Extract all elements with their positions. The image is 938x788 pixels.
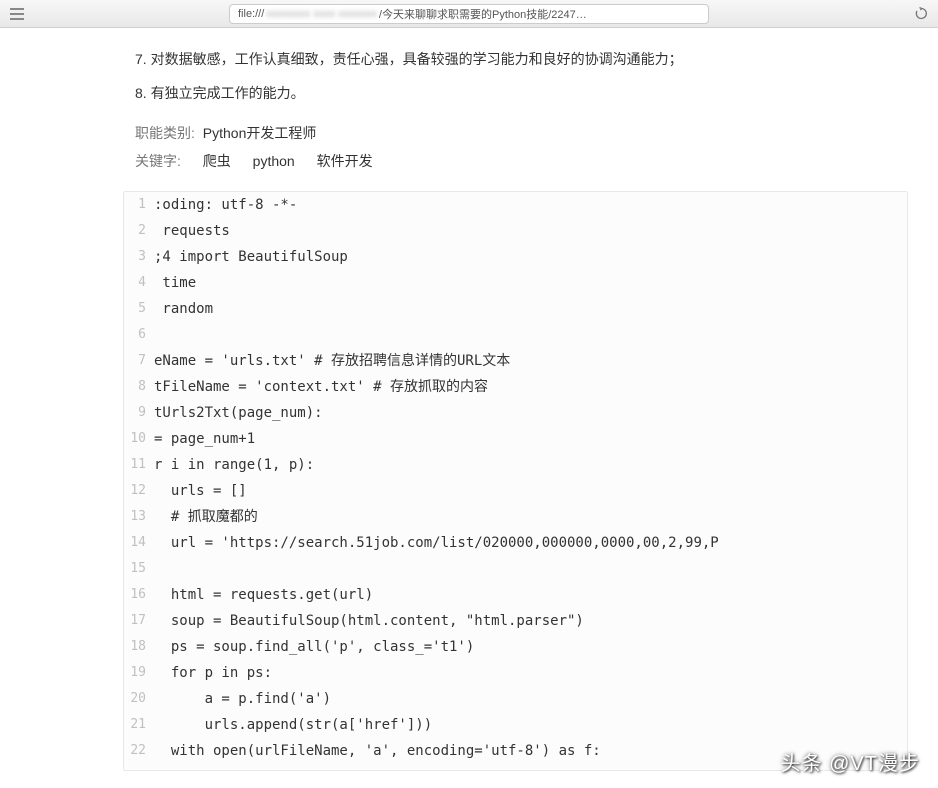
category-value: Python开发工程师 <box>203 125 317 141</box>
code-text: url = 'https://search.51job.com/list/020… <box>154 530 907 556</box>
code-line: 20 a = p.find('a') <box>124 686 907 712</box>
line-number: 15 <box>124 556 154 582</box>
reload-icon[interactable] <box>912 5 930 23</box>
code-text: random <box>154 296 907 322</box>
code-text <box>154 556 907 582</box>
code-line: 17 soup = BeautifulSoup(html.content, "h… <box>124 608 907 634</box>
code-text <box>154 322 907 348</box>
url-prefix: file:/// <box>238 8 264 20</box>
code-line: 3;4 import BeautifulSoup <box>124 244 907 270</box>
line-number: 18 <box>124 634 154 660</box>
keyword-1: 爬虫 <box>203 153 231 169</box>
code-line: 14 url = 'https://search.51job.com/list/… <box>124 530 907 556</box>
requirement-7: 7. 对数据敏感，工作认真细致，责任心强，具备较强的学习能力和良好的协调沟通能力… <box>135 48 938 70</box>
code-line: 16 html = requests.get(url) <box>124 582 907 608</box>
code-line: 15 <box>124 556 907 582</box>
url-blurred: xxxxxxxx xxxx xxxxxxx <box>266 8 377 20</box>
code-line: 21 urls.append(str(a['href'])) <box>124 712 907 738</box>
code-text: html = requests.get(url) <box>154 582 907 608</box>
line-number: 13 <box>124 504 154 530</box>
line-number: 3 <box>124 244 154 270</box>
requirement-8: 8. 有独立完成工作的能力。 <box>135 82 938 104</box>
code-line: 9tUrls2Txt(page_num): <box>124 400 907 426</box>
line-number: 19 <box>124 660 154 686</box>
line-number: 14 <box>124 530 154 556</box>
line-number: 17 <box>124 608 154 634</box>
line-number: 8 <box>124 374 154 400</box>
line-number: 6 <box>124 322 154 348</box>
code-line: 6 <box>124 322 907 348</box>
code-text: for p in ps: <box>154 660 907 686</box>
code-text: requests <box>154 218 907 244</box>
line-number: 7 <box>124 348 154 374</box>
keyword-3: 软件开发 <box>317 153 373 169</box>
line-number: 2 <box>124 218 154 244</box>
browser-toolbar: file:/// xxxxxxxx xxxx xxxxxxx /今天来聊聊求职需… <box>0 0 938 28</box>
line-number: 5 <box>124 296 154 322</box>
line-number: 4 <box>124 270 154 296</box>
code-line: 19 for p in ps: <box>124 660 907 686</box>
line-number: 1 <box>124 192 154 218</box>
code-line: 7eName = 'urls.txt' # 存放招聘信息详情的URL文本 <box>124 348 907 374</box>
code-line: 4 time <box>124 270 907 296</box>
code-line: 13 # 抓取魔都的 <box>124 504 907 530</box>
code-line: 11r i in range(1, p): <box>124 452 907 478</box>
keywords-row: 关键字: 爬虫 python 软件开发 <box>135 151 938 171</box>
page-content: 7. 对数据敏感，工作认真细致，责任心强，具备较强的学习能力和良好的协调沟通能力… <box>0 28 938 771</box>
code-text: ps = soup.find_all('p', class_='t1') <box>154 634 907 660</box>
sidebar-toggle-icon[interactable] <box>8 5 26 23</box>
code-line: 1:oding: utf-8 -*- <box>124 192 907 218</box>
url-suffix: /今天来聊聊求职需要的Python技能/2247… <box>379 6 587 22</box>
code-text: tFileName = 'context.txt' # 存放抓取的内容 <box>154 374 907 400</box>
code-text: urls.append(str(a['href'])) <box>154 712 907 738</box>
code-line: 10= page_num+1 <box>124 426 907 452</box>
code-text: a = p.find('a') <box>154 686 907 712</box>
url-bar[interactable]: file:/// xxxxxxxx xxxx xxxxxxx /今天来聊聊求职需… <box>229 4 709 24</box>
line-number: 9 <box>124 400 154 426</box>
code-text: = page_num+1 <box>154 426 907 452</box>
code-block[interactable]: 1:oding: utf-8 -*-2 requests3;4 import B… <box>123 191 908 771</box>
code-text: ;4 import BeautifulSoup <box>154 244 907 270</box>
code-text: r i in range(1, p): <box>154 452 907 478</box>
code-text: :oding: utf-8 -*- <box>154 192 907 218</box>
category-label: 职能类别: <box>135 125 195 141</box>
job-category: 职能类别: Python开发工程师 <box>135 123 938 143</box>
code-text: eName = 'urls.txt' # 存放招聘信息详情的URL文本 <box>154 348 907 374</box>
line-number: 10 <box>124 426 154 452</box>
code-text: tUrls2Txt(page_num): <box>154 400 907 426</box>
code-line: 18 ps = soup.find_all('p', class_='t1') <box>124 634 907 660</box>
line-number: 11 <box>124 452 154 478</box>
line-number: 21 <box>124 712 154 738</box>
code-text: soup = BeautifulSoup(html.content, "html… <box>154 608 907 634</box>
line-number: 16 <box>124 582 154 608</box>
keywords-label: 关键字: <box>135 153 181 169</box>
code-text: time <box>154 270 907 296</box>
keyword-2: python <box>253 153 295 169</box>
code-line: 2 requests <box>124 218 907 244</box>
code-text: # 抓取魔都的 <box>154 504 907 530</box>
code-text: urls = [] <box>154 478 907 504</box>
line-number: 20 <box>124 686 154 712</box>
code-line: 12 urls = [] <box>124 478 907 504</box>
watermark: 头条 @VT漫步 <box>781 747 920 776</box>
line-number: 12 <box>124 478 154 504</box>
line-number: 22 <box>124 738 154 764</box>
code-line: 8tFileName = 'context.txt' # 存放抓取的内容 <box>124 374 907 400</box>
code-line: 5 random <box>124 296 907 322</box>
